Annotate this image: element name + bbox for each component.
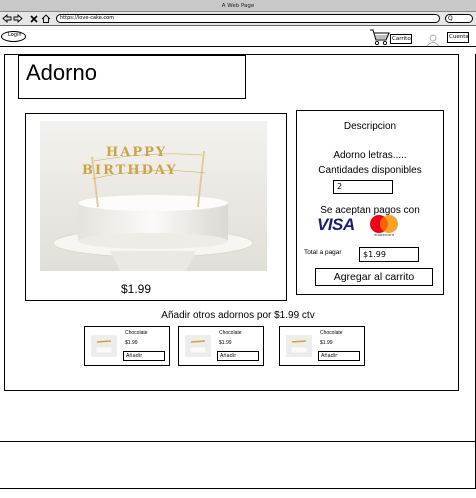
account-button[interactable]: Cuenta xyxy=(447,32,469,43)
addon-add-button[interactable]: Añadir xyxy=(123,351,165,361)
mastercard-wordmark: mastercard xyxy=(374,233,394,237)
addon-card: Chocolate $1.99 Añadir xyxy=(279,326,365,366)
back-arrow-icon[interactable] xyxy=(2,13,12,24)
browser-toolbar: https://love-cake.com Q xyxy=(0,12,476,26)
addon-add-button[interactable]: Añadir xyxy=(217,351,259,361)
shopping-cart-icon[interactable] xyxy=(369,28,391,46)
description-text: Adorno letras..... xyxy=(333,150,407,161)
mastercard-logo: mastercard xyxy=(367,214,401,240)
total-label: Total a pagar xyxy=(304,249,342,256)
footer-divider xyxy=(0,441,476,442)
addon-thumbnail xyxy=(286,335,312,357)
url-bar[interactable]: https://love-cake.com xyxy=(56,14,440,23)
topper-word-2: BIRTHDAY xyxy=(82,163,178,178)
addon-name: Chocolate xyxy=(125,330,148,336)
addon-price: $1.99 xyxy=(125,340,138,346)
addon-name: Chocolate xyxy=(219,330,242,336)
addons-title: Añadir otros adornos por $1.99 ctv xyxy=(161,310,315,321)
addon-card: Chocolate $1.99 Añadir xyxy=(84,326,170,366)
quantity-field[interactable]: 2 xyxy=(333,180,393,194)
cart-button[interactable]: Carrito xyxy=(390,34,412,44)
page-title: Adorno xyxy=(26,60,97,85)
topper-word-1: HAPPY xyxy=(106,145,168,160)
addon-name: Chocolate xyxy=(320,330,343,336)
addon-thumbnail xyxy=(185,335,211,357)
addon-thumbnail xyxy=(91,335,117,357)
user-icon[interactable] xyxy=(426,32,440,47)
total-field: $1.99 xyxy=(359,247,419,262)
addon-price: $1.99 xyxy=(219,340,232,346)
addon-add-button[interactable]: Añadir xyxy=(318,351,360,361)
forward-arrow-icon[interactable] xyxy=(13,13,23,24)
product-price: $1.99 xyxy=(121,282,152,296)
close-icon[interactable] xyxy=(29,13,39,24)
search-icon: Q xyxy=(448,15,453,22)
product-image: HAPPY BIRTHDAY xyxy=(40,121,267,271)
quantity-label: Cantidades disponibles xyxy=(318,165,422,176)
browser-search-field[interactable]: Q xyxy=(445,14,473,23)
window-title: A Web Page xyxy=(0,0,476,12)
description-title: Descripcion xyxy=(343,121,397,132)
visa-logo: VISA xyxy=(317,215,355,234)
footer-divider xyxy=(0,488,476,489)
login-button[interactable]: Login xyxy=(1,31,26,42)
addon-card: Chocolate $1.99 Añadir xyxy=(178,326,264,366)
home-icon[interactable] xyxy=(41,13,51,24)
addon-price: $1.99 xyxy=(320,340,333,346)
add-to-cart-button[interactable]: Agregar al carrito xyxy=(315,268,433,286)
